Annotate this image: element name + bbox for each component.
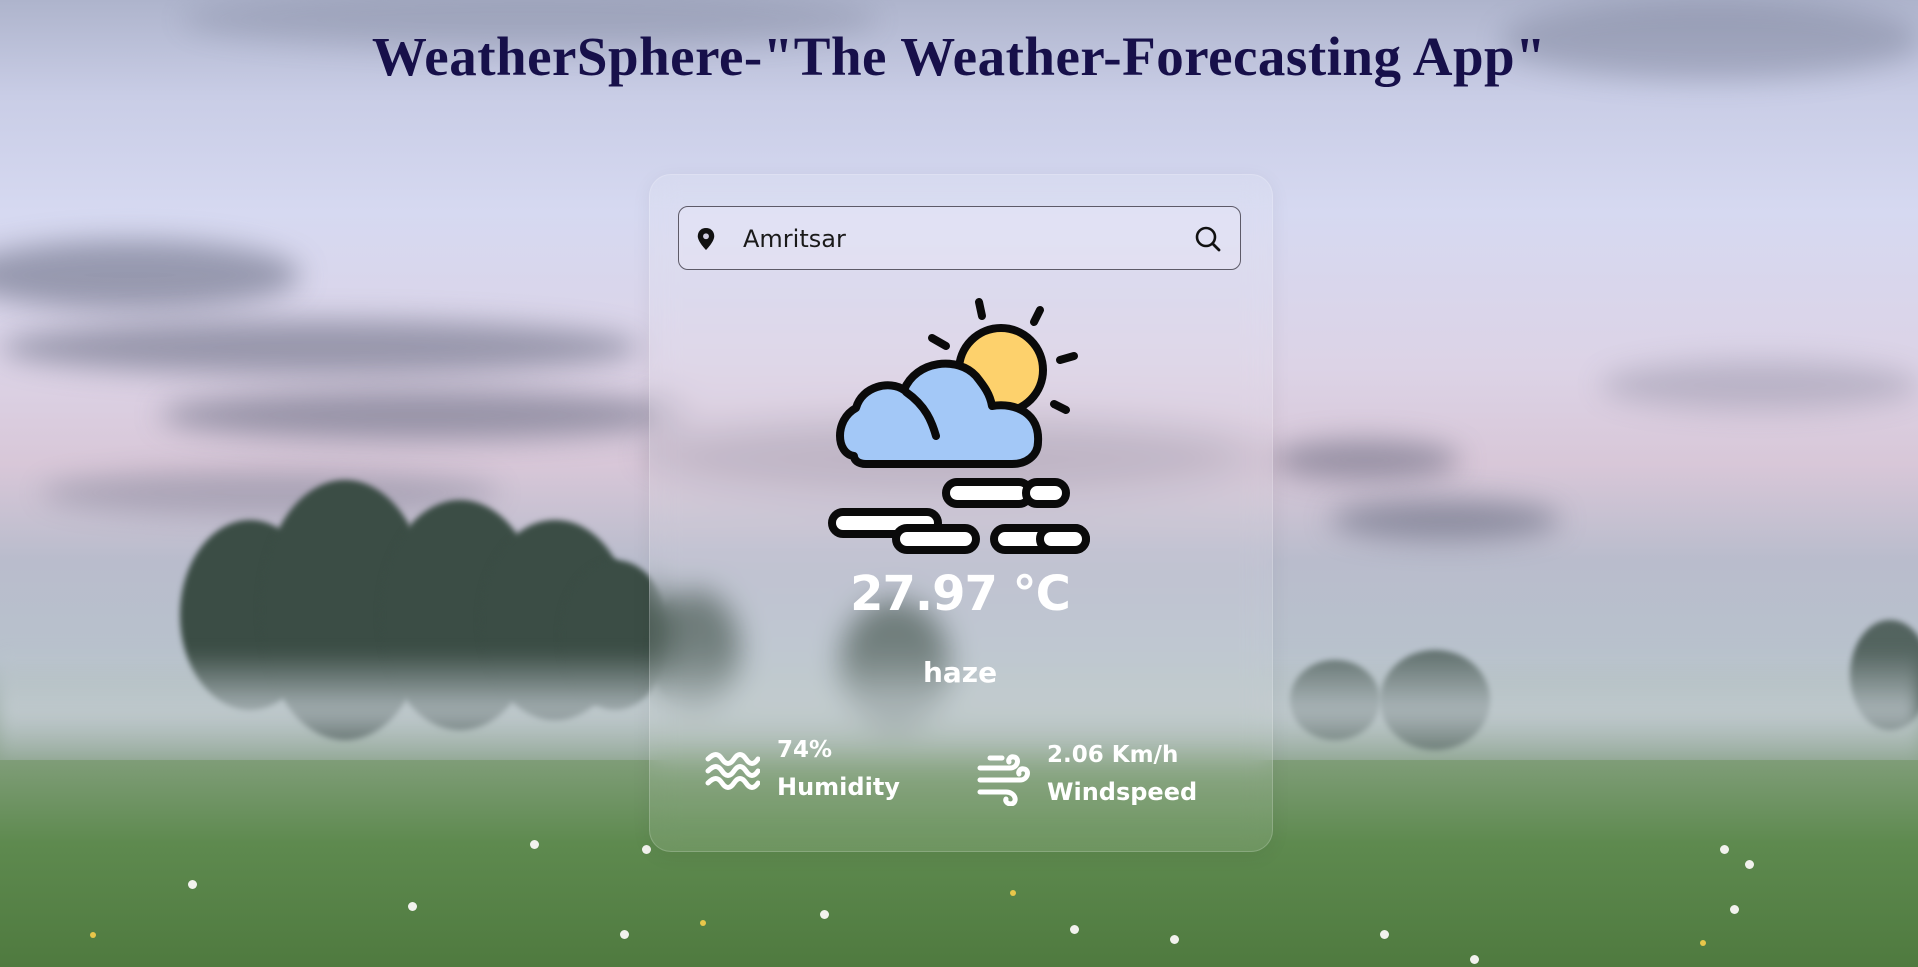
- app-title: WeatherSphere-"The Weather-Forecasting A…: [371, 26, 1547, 87]
- humidity-waves-icon: [705, 752, 760, 790]
- app-background: WeatherSphere-"The Weather-Forecasting A…: [0, 0, 1918, 967]
- wind-icon: [977, 754, 1030, 806]
- search-icon[interactable]: [1194, 225, 1222, 253]
- windspeed-label: Windspeed: [1047, 778, 1198, 806]
- windspeed-value: 2.06 Km/h: [1047, 742, 1179, 768]
- humidity-value: 74%: [777, 737, 833, 763]
- partly-cloudy-windy-icon: [828, 298, 1090, 554]
- city-search-input[interactable]: [741, 217, 1165, 261]
- temperature-value: 27.97 °C: [850, 566, 1071, 622]
- location-pin-icon: [697, 228, 715, 250]
- wind-detail: 2.06 Km/h Windspeed: [974, 740, 1234, 820]
- humidity-detail: 74% Humidity: [704, 735, 924, 815]
- humidity-label: Humidity: [777, 773, 900, 801]
- search-box: [678, 206, 1241, 270]
- weather-description: haze: [922, 656, 998, 689]
